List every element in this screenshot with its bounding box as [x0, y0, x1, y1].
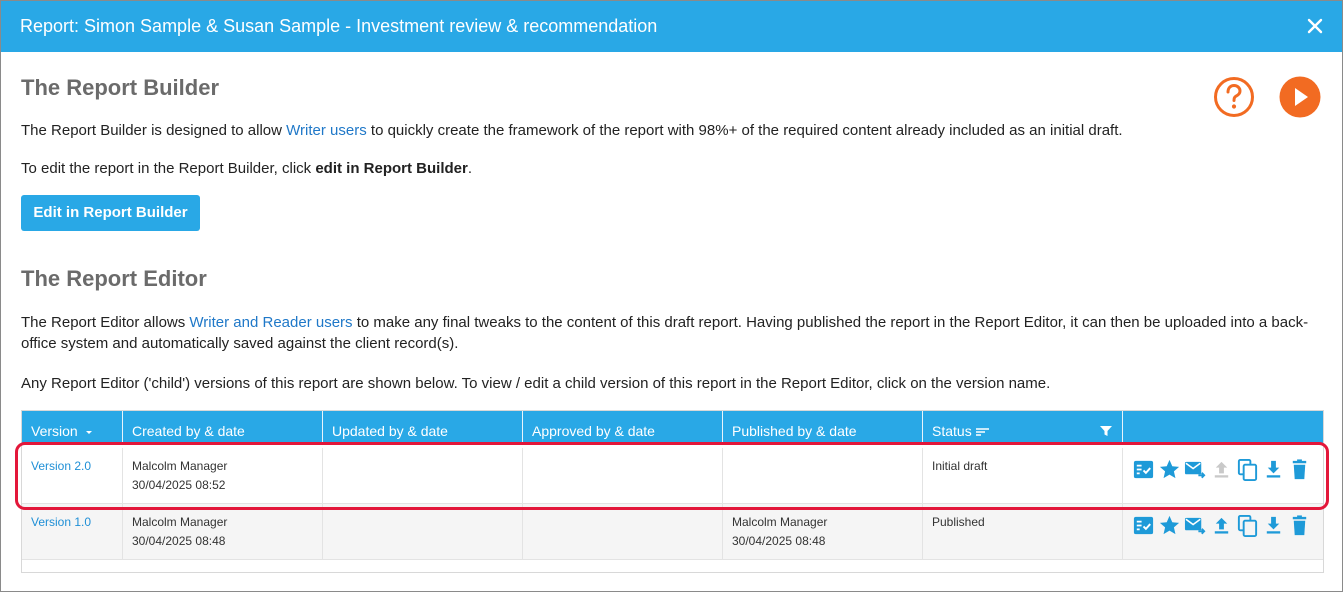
builder-heading: The Report Builder	[21, 75, 220, 100]
copy-icon[interactable]	[1236, 514, 1259, 537]
filter-icon[interactable]	[1100, 425, 1112, 437]
cell-created: Malcolm Manager 30/04/2025 08:48	[123, 504, 323, 560]
edit-instruction-end: .	[467, 160, 473, 177]
published-date: 30/04/2025 08:48	[732, 534, 826, 548]
editor-intro: The Report Editor allows Writer and Read…	[21, 312, 1321, 354]
builder-intro: The Report Builder is designed to allow …	[21, 120, 1321, 141]
checklist-icon[interactable]	[1132, 514, 1155, 537]
email-forward-icon[interactable]	[1184, 514, 1207, 537]
sort-down-icon	[85, 431, 92, 435]
edit-in-report-builder-button[interactable]: Edit in Report Builder	[21, 195, 200, 231]
download-icon[interactable]	[1262, 514, 1285, 537]
builder-intro-text-end: to quickly create the framework of the r…	[366, 122, 1123, 139]
cell-updated	[323, 504, 523, 560]
upload-icon[interactable]	[1210, 514, 1233, 537]
writer-reader-users-link[interactable]: Writer and Reader users	[189, 314, 352, 331]
delete-icon[interactable]	[1288, 514, 1311, 537]
editor-heading: The Report Editor	[21, 266, 207, 291]
row-highlight-annotation	[15, 442, 1329, 510]
column-header-approved[interactable]: Approved by & date	[523, 411, 723, 445]
status-text: Published	[932, 515, 985, 529]
cell-version: Version 1.0	[22, 504, 123, 560]
cell-approved	[523, 504, 723, 560]
cell-published: Malcolm Manager 30/04/2025 08:48	[723, 504, 923, 560]
builder-edit-instruction: To edit the report in the Report Builder…	[21, 158, 1321, 179]
table-row: Version 1.0 Malcolm Manager 30/04/2025 0…	[22, 504, 1323, 560]
edit-instruction-bold: edit in Report Builder	[315, 160, 468, 177]
report-dialog: Report: Simon Sample & Susan Sample - In…	[0, 0, 1343, 592]
sort-lines-icon	[975, 428, 989, 437]
editor-intro-text: The Report Editor allows	[21, 314, 190, 331]
column-header-status[interactable]: Status	[923, 411, 1123, 445]
star-icon[interactable]	[1158, 514, 1181, 537]
published-by: Malcolm Manager	[732, 515, 828, 529]
version-link[interactable]: Version 1.0	[31, 515, 91, 529]
column-header-version[interactable]: Version	[22, 411, 123, 445]
column-header-created[interactable]: Created by & date	[123, 411, 323, 445]
created-by: Malcolm Manager	[132, 515, 228, 529]
help-icon[interactable]	[1213, 76, 1255, 118]
dialog-titlebar: Report: Simon Sample & Susan Sample - In…	[1, 1, 1342, 52]
column-header-label: Status	[932, 423, 972, 439]
row-actions	[1132, 514, 1311, 537]
writer-users-link[interactable]: Writer users	[286, 122, 367, 139]
column-header-actions	[1123, 411, 1323, 445]
close-icon[interactable]	[1306, 17, 1324, 35]
dialog-title: Report: Simon Sample & Susan Sample - In…	[20, 16, 658, 36]
column-header-published[interactable]: Published by & date	[723, 411, 923, 445]
builder-intro-text: The Report Builder is designed to allow	[21, 122, 287, 139]
cell-status: Published	[923, 504, 1123, 560]
created-date: 30/04/2025 08:48	[132, 534, 226, 548]
play-icon[interactable]	[1279, 76, 1321, 118]
table-header: Version Created by & date Updated by & d…	[22, 411, 1323, 445]
column-header-label: Version	[31, 423, 78, 439]
child-versions-text: Any Report Editor ('child') versions of …	[21, 375, 1051, 392]
edit-instruction-text: To edit the report in the Report Builder…	[21, 160, 316, 177]
column-header-updated[interactable]: Updated by & date	[323, 411, 523, 445]
